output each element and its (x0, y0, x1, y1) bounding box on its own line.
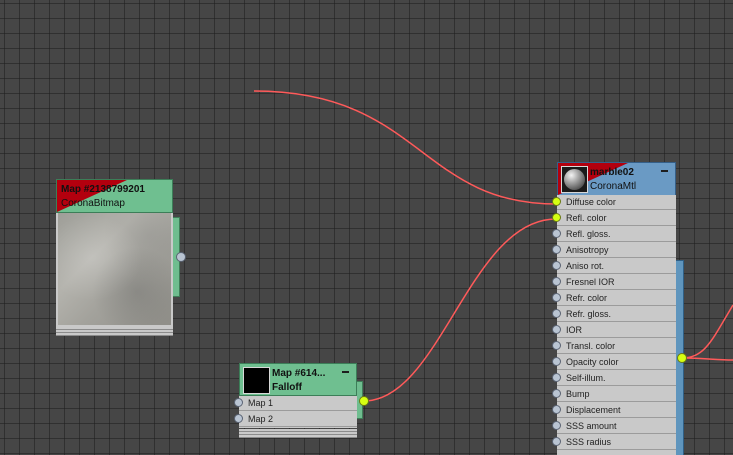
input-socket[interactable] (552, 309, 561, 318)
falloff-node-footer[interactable] (239, 429, 357, 438)
bitmap-node[interactable]: Map #2138799201 CoronaBitmap (56, 179, 180, 337)
slot-label: Displacement (566, 405, 621, 415)
input-socket[interactable] (234, 414, 243, 423)
slot-refl-color[interactable]: Refl. color (552, 211, 676, 226)
material-node-type: CoronaMtl (590, 181, 637, 192)
slot-label: Bump (566, 389, 590, 399)
slot-diffuse-color[interactable]: Diffuse color (552, 195, 676, 210)
input-socket[interactable] (234, 398, 243, 407)
slot-displacement[interactable]: Displacement (552, 403, 676, 418)
slot-sss-amount[interactable]: SSS amount (552, 419, 676, 434)
input-socket[interactable] (552, 229, 561, 238)
input-socket[interactable] (552, 357, 561, 366)
material-node-header[interactable]: marble02 CoronaMtl (557, 162, 676, 196)
bitmap-node-footer[interactable] (56, 327, 173, 336)
slot-label: Transl. color (566, 341, 616, 351)
falloff-slot-list: Map 1 Map 2 (234, 396, 357, 428)
slot-label: Refr. gloss. (566, 309, 612, 319)
input-socket[interactable] (552, 341, 561, 350)
wire-falloff-to-refl-color[interactable] (363, 218, 557, 402)
slot-anisotropy[interactable]: Anisotropy (552, 243, 676, 258)
slot-label: Refl. gloss. (566, 229, 611, 239)
wire-material-output[interactable] (681, 304, 733, 359)
wire-material-output-2[interactable] (681, 357, 733, 361)
falloff-node-type: Falloff (272, 382, 302, 393)
falloff-slot-map-2[interactable]: Map 2 (234, 412, 357, 427)
input-socket[interactable] (552, 261, 561, 270)
input-socket[interactable] (552, 213, 561, 222)
input-socket[interactable] (552, 389, 561, 398)
slot-label: IOR (566, 325, 583, 335)
slot-label: SSS radius (566, 437, 612, 447)
bitmap-node-title: Map #2138799201 (61, 184, 145, 195)
sphere-preview-icon (564, 169, 585, 190)
slot-self-illum[interactable]: Self-illum. (552, 371, 676, 386)
falloff-output-socket[interactable] (359, 396, 369, 406)
corona-material-node[interactable]: marble02 CoronaMtl Diffuse color Refl. c… (552, 162, 684, 455)
slot-transl-color[interactable]: Transl. color (552, 339, 676, 354)
slot-label: Self-illum. (566, 373, 606, 383)
slot-label: Fresnel IOR (566, 277, 615, 287)
minus-icon[interactable] (342, 371, 349, 373)
slot-refr-gloss[interactable]: Refr. gloss. (552, 307, 676, 322)
slot-label: Aniso rot. (566, 261, 605, 271)
slot-aniso-rot[interactable]: Aniso rot. (552, 259, 676, 274)
slot-ior[interactable]: IOR (552, 323, 676, 338)
input-socket[interactable] (552, 197, 561, 206)
input-socket[interactable] (552, 245, 561, 254)
input-socket[interactable] (552, 325, 561, 334)
input-socket[interactable] (552, 405, 561, 414)
slot-label: Refl. color (566, 213, 607, 223)
falloff-node[interactable]: Map #614... Falloff Map 1 Map 2 (234, 363, 363, 439)
slot-fresnel-ior[interactable]: Fresnel IOR (552, 275, 676, 290)
slot-label: Map 1 (248, 398, 274, 408)
slot-label: Opacity color (566, 357, 619, 367)
slot-bump[interactable]: Bump (552, 387, 676, 402)
material-node-title: marble02 (590, 167, 634, 178)
bitmap-node-header[interactable]: Map #2138799201 CoronaBitmap (56, 179, 173, 213)
material-preview (561, 166, 588, 193)
slot-refr-color[interactable]: Refr. color (552, 291, 676, 306)
wire-to-diffuse-color[interactable] (253, 90, 557, 205)
slot-refl-gloss[interactable]: Refl. gloss. (552, 227, 676, 242)
input-socket[interactable] (552, 373, 561, 382)
slot-label: SSS amount (566, 421, 617, 431)
bitmap-output-socket[interactable] (176, 252, 186, 262)
slot-label: Diffuse color (566, 197, 616, 207)
slot-label: Refr. color (566, 293, 608, 303)
slot-label: Anisotropy (566, 245, 609, 255)
slot-opacity-color[interactable]: Opacity color (552, 355, 676, 370)
falloff-node-title: Map #614... (272, 368, 326, 379)
falloff-node-header[interactable]: Map #614... Falloff (239, 363, 357, 396)
material-output-socket[interactable] (677, 353, 687, 363)
input-socket[interactable] (552, 421, 561, 430)
slot-sss-radius[interactable]: SSS radius (552, 435, 676, 450)
marble-texture-preview (58, 213, 171, 325)
minus-icon[interactable] (661, 170, 668, 172)
falloff-slot-map-1[interactable]: Map 1 (234, 396, 357, 411)
material-slot-list: Diffuse color Refl. color Refl. gloss. A… (552, 195, 676, 455)
slot-label: Map 2 (248, 414, 274, 424)
input-socket[interactable] (552, 437, 561, 446)
input-socket[interactable] (552, 293, 561, 302)
input-socket[interactable] (552, 277, 561, 286)
bitmap-node-type: CoronaBitmap (61, 198, 125, 209)
falloff-black-swatch (243, 367, 270, 394)
